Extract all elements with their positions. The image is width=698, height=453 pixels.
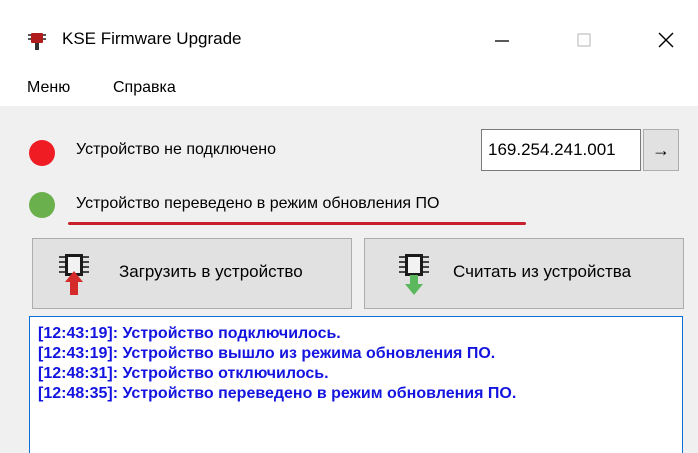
upload-to-device-button[interactable]: Загрузить в устройство xyxy=(32,238,352,309)
minimize-button[interactable] xyxy=(474,14,530,66)
maximize-icon xyxy=(577,33,591,47)
download-button-label: Считать из устройства xyxy=(453,262,632,281)
read-from-device-button[interactable]: Считать из устройства xyxy=(364,238,684,309)
log-line: [12:48:35]: Устройство переведено в режи… xyxy=(38,385,517,402)
arrow-right-icon: → xyxy=(652,139,670,160)
mode-status-indicator xyxy=(29,192,55,218)
log-line: [12:48:31]: Устройство отключилось. xyxy=(38,365,329,382)
chip-upload-icon xyxy=(59,254,89,295)
close-icon xyxy=(658,32,674,48)
ip-address-input[interactable] xyxy=(481,129,641,171)
close-button[interactable] xyxy=(638,14,694,66)
log-line: [12:43:19]: Устройство вышло из режима о… xyxy=(38,345,496,362)
minimize-icon xyxy=(495,40,509,42)
mode-status-underline xyxy=(68,222,526,225)
connection-status-indicator xyxy=(29,140,55,166)
mode-status-text: Устройство переведено в режим обновления… xyxy=(76,195,440,212)
connect-button[interactable]: → xyxy=(643,129,679,171)
window-title: KSE Firmware Upgrade xyxy=(62,29,242,48)
upload-button-label: Загрузить в устройство xyxy=(119,262,303,281)
app-chip-icon xyxy=(28,33,46,50)
log-line: [12:43:19]: Устройство подключилось. xyxy=(38,325,341,342)
connection-status-text: Устройство не подключено xyxy=(76,141,277,158)
menu-item-help[interactable]: Справка xyxy=(113,79,176,97)
event-log[interactable]: [12:43:19]: Устройство подключилось. [12… xyxy=(29,316,683,453)
menu-bar: Меню Справка xyxy=(0,70,698,106)
menu-item-menu[interactable]: Меню xyxy=(27,79,70,97)
maximize-button[interactable] xyxy=(556,14,612,66)
chip-download-icon xyxy=(399,254,429,295)
